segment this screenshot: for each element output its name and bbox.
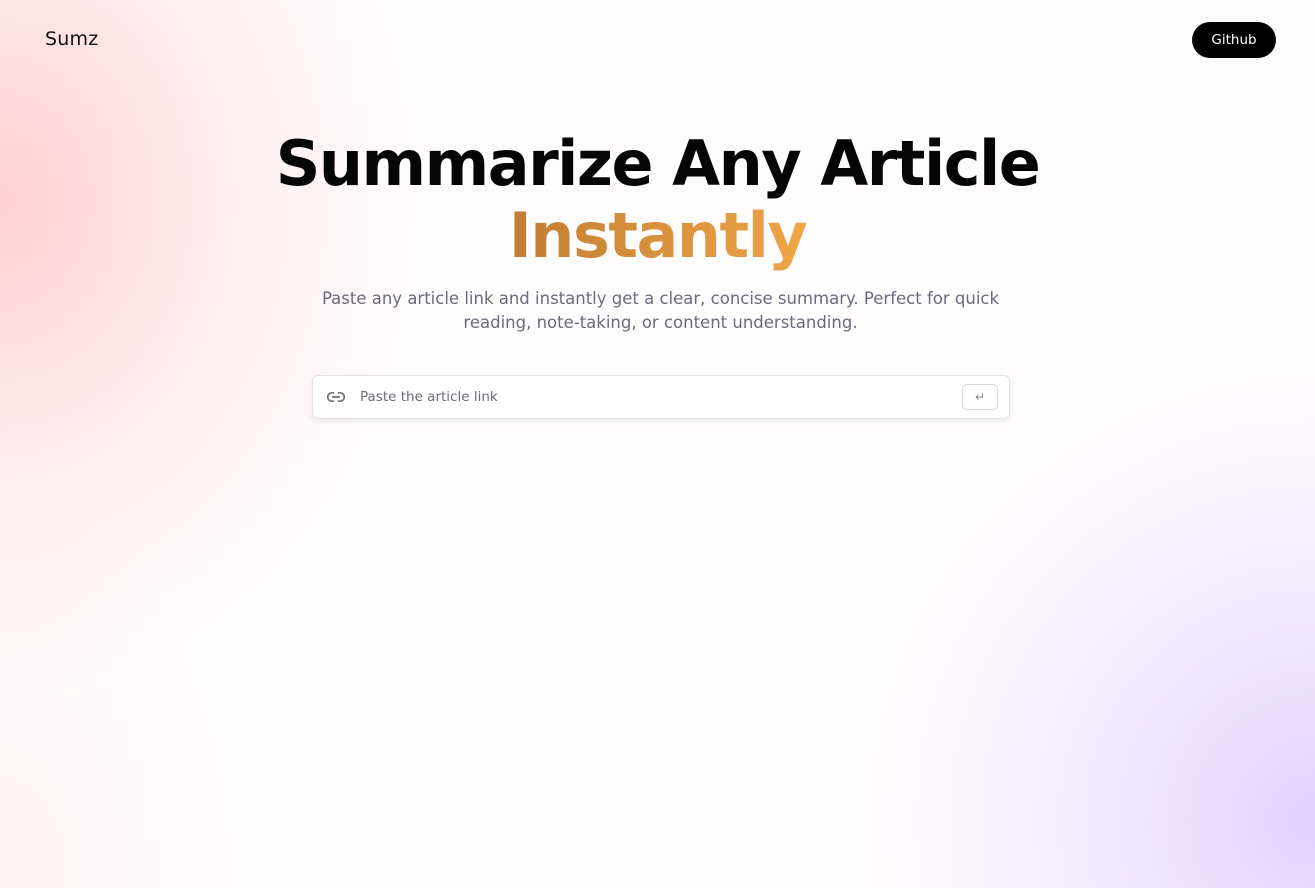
submit-button[interactable]: ↵	[962, 384, 998, 410]
page-title: Summarize Any Article	[275, 127, 1041, 200]
hero-subtitle: Paste any article link and instantly get…	[307, 287, 1014, 335]
github-button[interactable]: Github	[1192, 22, 1276, 58]
navbar: Sumz Github	[0, 0, 1315, 80]
page-title-accent: Instantly	[508, 199, 808, 272]
logo[interactable]: Sumz	[45, 28, 98, 50]
hero-subtitle-line-2: reading, note-taking, or content underst…	[463, 313, 858, 332]
search-form: ↵	[312, 375, 1010, 419]
link-icon	[326, 387, 346, 407]
hero: Summarize Any Article Instantly	[0, 128, 1315, 272]
hero-subtitle-line-1: Paste any article link and instantly get…	[321, 289, 1000, 308]
article-link-input[interactable]	[360, 386, 950, 408]
